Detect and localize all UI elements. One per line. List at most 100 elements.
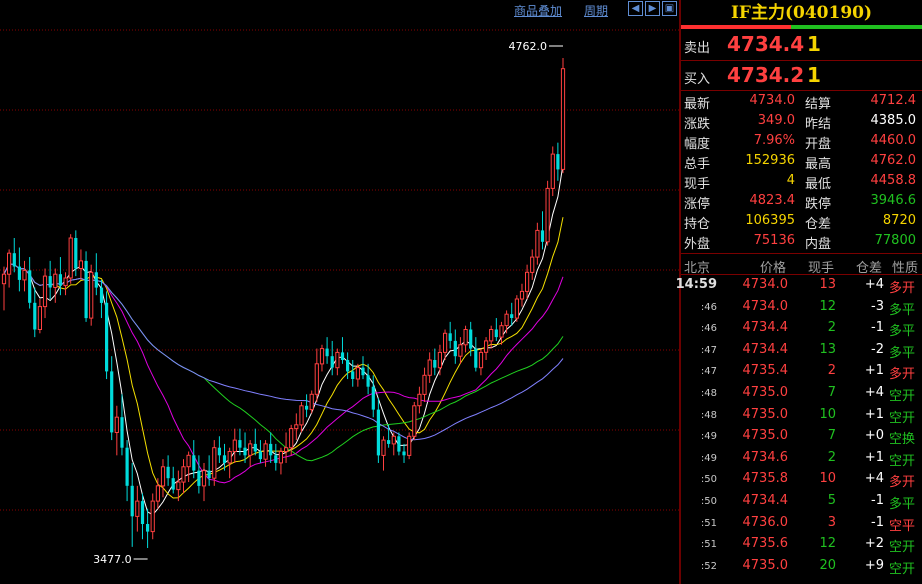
candle-body	[330, 356, 334, 368]
tick-time: :50	[700, 474, 717, 486]
candle-body	[166, 466, 170, 479]
candle-body	[294, 424, 299, 430]
candle-body	[53, 273, 58, 289]
tick-row[interactable]: :46 4734.0 12 -3 多平	[681, 299, 922, 319]
tick-price: 4734.4	[742, 341, 789, 357]
tick-row[interactable]: :48 4735.0 7 +4 空开	[681, 385, 922, 405]
candle-body	[387, 440, 391, 444]
tick-nature: 多开	[889, 475, 916, 491]
tick-time: :49	[700, 431, 717, 443]
tick-row[interactable]: :51 4735.6 12 +2 空开	[681, 536, 922, 556]
candle-body	[253, 443, 257, 452]
candle-body	[12, 253, 16, 267]
candle-body	[463, 329, 468, 346]
divider	[681, 253, 922, 254]
stat-label: 内盘	[805, 237, 832, 252]
candle-body	[422, 374, 427, 395]
tick-volume: 2	[827, 320, 836, 336]
candle-body	[437, 351, 442, 369]
tick-time: :46	[700, 301, 717, 313]
candle-body	[407, 435, 412, 456]
candle-body	[443, 332, 448, 353]
candle-body	[212, 447, 217, 479]
candle-body	[278, 451, 283, 464]
tick-price: 4735.6	[742, 536, 789, 552]
candle-body	[63, 277, 68, 287]
stat-row: 涨停 4823.4 跌停 3946.6	[681, 193, 922, 213]
stat-row: 现手 4 最低 4458.8	[681, 173, 922, 193]
tick-price: 4734.0	[742, 298, 789, 314]
candle-body	[89, 271, 94, 319]
stat-value: 4385.0	[870, 113, 917, 128]
tick-oi-change: -1	[871, 320, 884, 336]
candle-body	[535, 229, 540, 258]
sell-strength-bar	[791, 25, 922, 29]
tick-row[interactable]: :50 4735.8 10 +4 多开	[681, 471, 922, 491]
candle-body	[243, 447, 247, 456]
candle-body	[417, 393, 422, 407]
tick-row[interactable]: :47 4734.4 13 -2 多平	[681, 342, 922, 362]
candle-body	[207, 470, 211, 479]
stat-row: 持仓 106395 仓差 8720	[681, 213, 922, 233]
candle-body	[305, 405, 309, 410]
tick-row[interactable]: :49 4735.0 7 +0 空换	[681, 428, 922, 448]
tick-nature: 多平	[889, 497, 916, 512]
tick-price: 4736.0	[742, 514, 789, 530]
tick-row[interactable]: :51 4736.0 3 -1 空平	[681, 515, 922, 535]
sell-volume: 1	[807, 32, 821, 56]
stat-label: 昨结	[805, 117, 832, 132]
tick-price: 4735.0	[742, 385, 789, 400]
stat-value: 4	[786, 173, 795, 188]
tick-row[interactable]: :47 4735.4 2 +1 多开	[681, 363, 922, 383]
tick-row[interactable]: :48 4735.0 10 +1 空开	[681, 407, 922, 427]
tick-row[interactable]: :52 4735.0 20 +9 空开	[681, 558, 922, 578]
tick-row[interactable]: 14:59 4734.0 13 +4 多开	[676, 277, 922, 297]
candle-body	[433, 360, 437, 368]
overlay-button[interactable]: 商品叠加	[514, 2, 562, 19]
tick-price: 4735.0	[742, 428, 789, 444]
arrow-right-icon[interactable]: ▶	[645, 1, 660, 16]
arrow-left-icon[interactable]: ◀	[628, 1, 643, 16]
candle-body	[402, 451, 406, 456]
tick-row[interactable]: :50 4734.4 5 -1 多平	[681, 493, 922, 513]
candle-body	[227, 451, 232, 464]
tick-time: :51	[700, 539, 717, 551]
tick-nature: 空开	[889, 410, 916, 426]
stat-row: 涨跌 349.0 昨结 4385.0	[681, 113, 922, 133]
tick-volume: 10	[819, 471, 836, 487]
candle-body	[525, 271, 530, 292]
candle-body	[176, 481, 181, 491]
tick-price: 4734.4	[742, 320, 789, 336]
candlestick-chart[interactable]: 4762.0 3477.0	[0, 0, 680, 584]
tick-row[interactable]: :46 4734.4 2 -1 多平	[681, 320, 922, 340]
candle-body	[135, 500, 140, 517]
restore-icon[interactable]: ▣	[662, 1, 677, 16]
candle-body	[42, 275, 48, 308]
tick-oi-change: +1	[864, 363, 884, 379]
tick-row[interactable]: :49 4734.6 2 +1 空开	[681, 450, 922, 470]
candle-body	[489, 329, 494, 342]
candle-body	[453, 340, 457, 357]
candle-body	[355, 367, 360, 380]
stat-value: 7.96%	[753, 133, 795, 148]
candle-body	[1, 273, 7, 285]
tick-oi-change: -1	[871, 514, 884, 530]
candle-body	[484, 340, 489, 353]
stat-value: 4823.4	[749, 193, 796, 208]
tick-time: :48	[700, 388, 717, 399]
stat-value: 8720	[882, 213, 916, 228]
tick-volume: 3	[827, 514, 836, 530]
candle-body	[556, 154, 560, 170]
candle-body	[299, 405, 304, 426]
buy-volume: 1	[807, 63, 821, 87]
candle-body	[94, 272, 98, 288]
tick-volume: 7	[827, 385, 836, 400]
candle-body	[376, 409, 380, 456]
stat-label: 总手	[684, 157, 711, 172]
stat-value: 4460.0	[870, 133, 917, 148]
candle-body	[197, 470, 201, 486]
candle-body	[248, 443, 253, 456]
candle-body	[284, 447, 289, 453]
candle-body	[105, 302, 109, 372]
period-button[interactable]: 周期	[584, 2, 608, 19]
